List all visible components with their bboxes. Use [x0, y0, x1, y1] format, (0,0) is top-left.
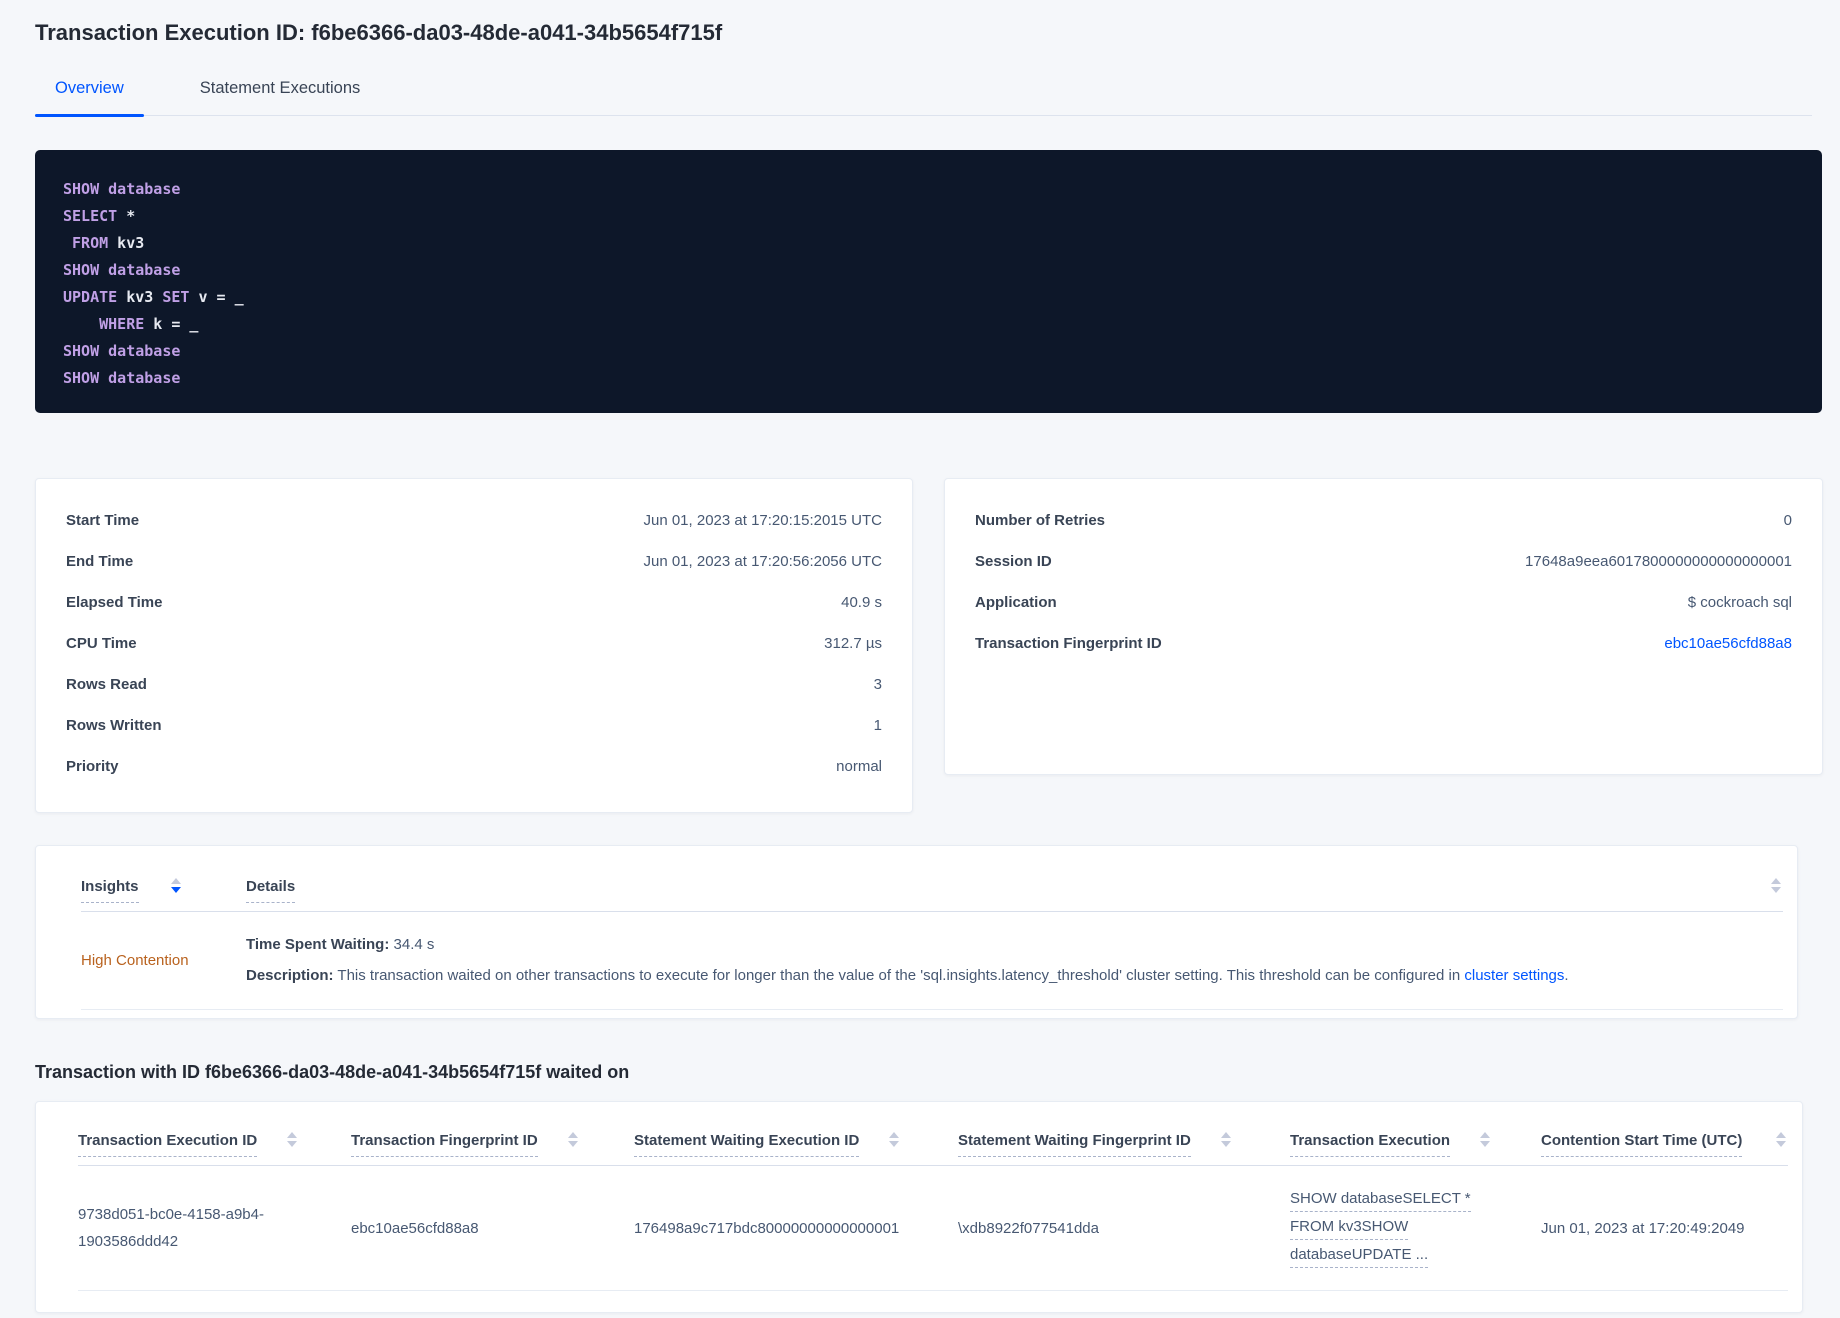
- sort-carets-icon[interactable]: [1776, 1132, 1786, 1147]
- sql-statements: SHOW database SELECT * FROM kv3 SHOW datab…: [35, 150, 1822, 413]
- stat-row-rows-written: Rows Written 1: [66, 705, 882, 746]
- stat-label: Rows Written: [66, 717, 162, 734]
- sort-carets-icon[interactable]: [1771, 878, 1781, 893]
- sort-down-icon: [1771, 887, 1781, 893]
- column-header-txn-fingerprint-id[interactable]: Transaction Fingerprint ID: [351, 1132, 538, 1157]
- stat-value: Jun 01, 2023 at 17:20:15:2015 UTC: [643, 512, 882, 529]
- sort-down-icon: [1480, 1141, 1491, 1147]
- stat-value: 312.7 µs: [824, 635, 882, 652]
- stat-row-start-time: Start Time Jun 01, 2023 at 17:20:15:2015…: [66, 500, 882, 541]
- insight-row: High Contention Time Spent Waiting: 34.4…: [81, 912, 1783, 1010]
- stat-value: normal: [836, 758, 882, 775]
- sort-down-icon: [287, 1141, 298, 1147]
- table-row: 9738d051-bc0e-4158-a9b4-1903586ddd42 ebc…: [78, 1166, 1788, 1291]
- stat-label: Priority: [66, 758, 119, 775]
- column-header-insights[interactable]: Insights: [81, 878, 139, 903]
- stat-value: 40.9 s: [841, 594, 882, 611]
- sort-down-icon: [1776, 1141, 1786, 1147]
- sort-up-icon: [889, 1132, 900, 1138]
- stat-label: CPU Time: [66, 635, 137, 652]
- sort-carets-icon[interactable]: [170, 878, 181, 893]
- txn-execution-id-cell: 9738d051-bc0e-4158-a9b4-1903586ddd42: [78, 1206, 264, 1250]
- stat-label: Elapsed Time: [66, 594, 163, 611]
- sort-down-icon: [1220, 1141, 1231, 1147]
- stat-value: 1: [873, 717, 882, 734]
- contention-start-time-cell: Jun 01, 2023 at 17:20:49:2049: [1541, 1219, 1745, 1237]
- stat-label: Rows Read: [66, 676, 147, 693]
- stat-value: Jun 01, 2023 at 17:20:56:2056 UTC: [643, 553, 882, 570]
- sort-up-icon: [287, 1132, 298, 1138]
- sort-up-icon: [1480, 1132, 1491, 1138]
- stat-row-priority: Priority normal: [66, 746, 882, 787]
- stat-label: Transaction Fingerprint ID: [975, 635, 1162, 652]
- tab-bar: Overview Statement Executions: [35, 66, 1812, 117]
- txn-fingerprint-id-cell: ebc10ae56cfd88a8: [351, 1219, 479, 1237]
- description-label: Description:: [246, 967, 334, 984]
- stat-label: Number of Retries: [975, 512, 1106, 529]
- stat-value: 0: [1783, 512, 1792, 529]
- column-header-details[interactable]: Details: [246, 878, 296, 903]
- time-spent-waiting-label: Time Spent Waiting:: [246, 936, 390, 953]
- sort-up-icon: [567, 1132, 578, 1138]
- insight-type-label: High Contention: [81, 952, 189, 969]
- stat-row-txn-fingerprint: Transaction Fingerprint ID ebc10ae56cfd8…: [975, 623, 1792, 664]
- column-header-txn-execution-id[interactable]: Transaction Execution ID: [78, 1132, 258, 1157]
- stat-row-cpu-time: CPU Time 312.7 µs: [66, 623, 882, 664]
- stat-value: 17648a9eea6017800000000000000001: [1525, 553, 1792, 570]
- sort-down-icon: [567, 1141, 578, 1147]
- stat-label: Application: [975, 594, 1057, 611]
- sort-carets-icon[interactable]: [287, 1132, 298, 1147]
- insight-details: Time Spent Waiting: 34.4 s Description: …: [246, 933, 1783, 988]
- insights-table: Insights Details High Contention Time Sp…: [35, 845, 1798, 1019]
- waited-on-table: Transaction Execution ID Transaction Fin…: [35, 1101, 1803, 1313]
- cluster-settings-link[interactable]: cluster settings: [1464, 967, 1564, 984]
- sort-up-icon: [1776, 1132, 1786, 1138]
- stat-label: End Time: [66, 553, 134, 570]
- transaction-execution-link[interactable]: FROM kv3SHOW: [1290, 1217, 1409, 1240]
- sort-up-icon: [1220, 1132, 1231, 1138]
- sort-up-icon: [170, 878, 181, 884]
- stat-row-retries: Number of Retries 0: [975, 500, 1792, 541]
- transaction-fingerprint-link[interactable]: ebc10ae56cfd88a8: [1664, 635, 1792, 652]
- page-title: Transaction Execution ID: f6be6366-da03-…: [35, 20, 723, 45]
- tab-overview[interactable]: Overview: [35, 79, 144, 117]
- sort-carets-icon[interactable]: [1480, 1132, 1491, 1147]
- description-text: This transaction waited on other transac…: [333, 967, 1465, 984]
- tab-statement-executions[interactable]: Statement Executions: [180, 79, 381, 115]
- sort-up-icon: [1771, 878, 1781, 884]
- stat-value: $ cockroach sql: [1687, 594, 1792, 611]
- stat-label: Start Time: [66, 512, 140, 529]
- stat-row-elapsed-time: Elapsed Time 40.9 s: [66, 582, 882, 623]
- session-details-card: Number of Retries 0 Session ID 17648a9ee…: [944, 478, 1823, 775]
- txn-execution-link-cell: SHOW databaseSELECT * FROM kv3SHOW datab…: [1290, 1189, 1541, 1268]
- description-period: .: [1564, 967, 1569, 984]
- column-header-txn-execution[interactable]: Transaction Execution: [1290, 1132, 1451, 1157]
- column-header-stmt-waiting-fingerprint-id[interactable]: Statement Waiting Fingerprint ID: [958, 1132, 1191, 1157]
- transaction-execution-link[interactable]: databaseUPDATE ...: [1290, 1245, 1429, 1268]
- sort-carets-icon[interactable]: [889, 1132, 900, 1147]
- execution-details-card: Start Time Jun 01, 2023 at 17:20:15:2015…: [35, 478, 913, 813]
- transaction-execution-link[interactable]: SHOW databaseSELECT *: [1290, 1189, 1471, 1212]
- sort-carets-icon[interactable]: [567, 1132, 578, 1147]
- waited-on-table-header: Transaction Execution ID Transaction Fin…: [78, 1102, 1788, 1166]
- time-spent-waiting-value: 34.4 s: [389, 936, 435, 953]
- stmt-waiting-execution-id-cell: 176498a9c717bdc80000000000000001: [634, 1219, 900, 1237]
- sort-carets-icon[interactable]: [1220, 1132, 1231, 1147]
- insights-table-header: Insights Details: [81, 846, 1783, 912]
- stat-label: Session ID: [975, 553, 1052, 570]
- stat-row-session-id: Session ID 17648a9eea6017800000000000000…: [975, 541, 1792, 582]
- column-header-contention-start-time[interactable]: Contention Start Time (UTC): [1541, 1132, 1743, 1157]
- sort-down-icon: [170, 887, 181, 893]
- waited-on-heading: Transaction with ID f6be6366-da03-48de-a…: [35, 1062, 630, 1082]
- stat-value: 3: [873, 676, 882, 693]
- sort-down-icon: [889, 1141, 900, 1147]
- column-header-stmt-waiting-execution-id[interactable]: Statement Waiting Execution ID: [634, 1132, 860, 1157]
- stmt-waiting-fingerprint-id-cell: \xdb8922f077541dda: [958, 1219, 1099, 1237]
- stat-row-application: Application $ cockroach sql: [975, 582, 1792, 623]
- stat-row-end-time: End Time Jun 01, 2023 at 17:20:56:2056 U…: [66, 541, 882, 582]
- stat-row-rows-read: Rows Read 3: [66, 664, 882, 705]
